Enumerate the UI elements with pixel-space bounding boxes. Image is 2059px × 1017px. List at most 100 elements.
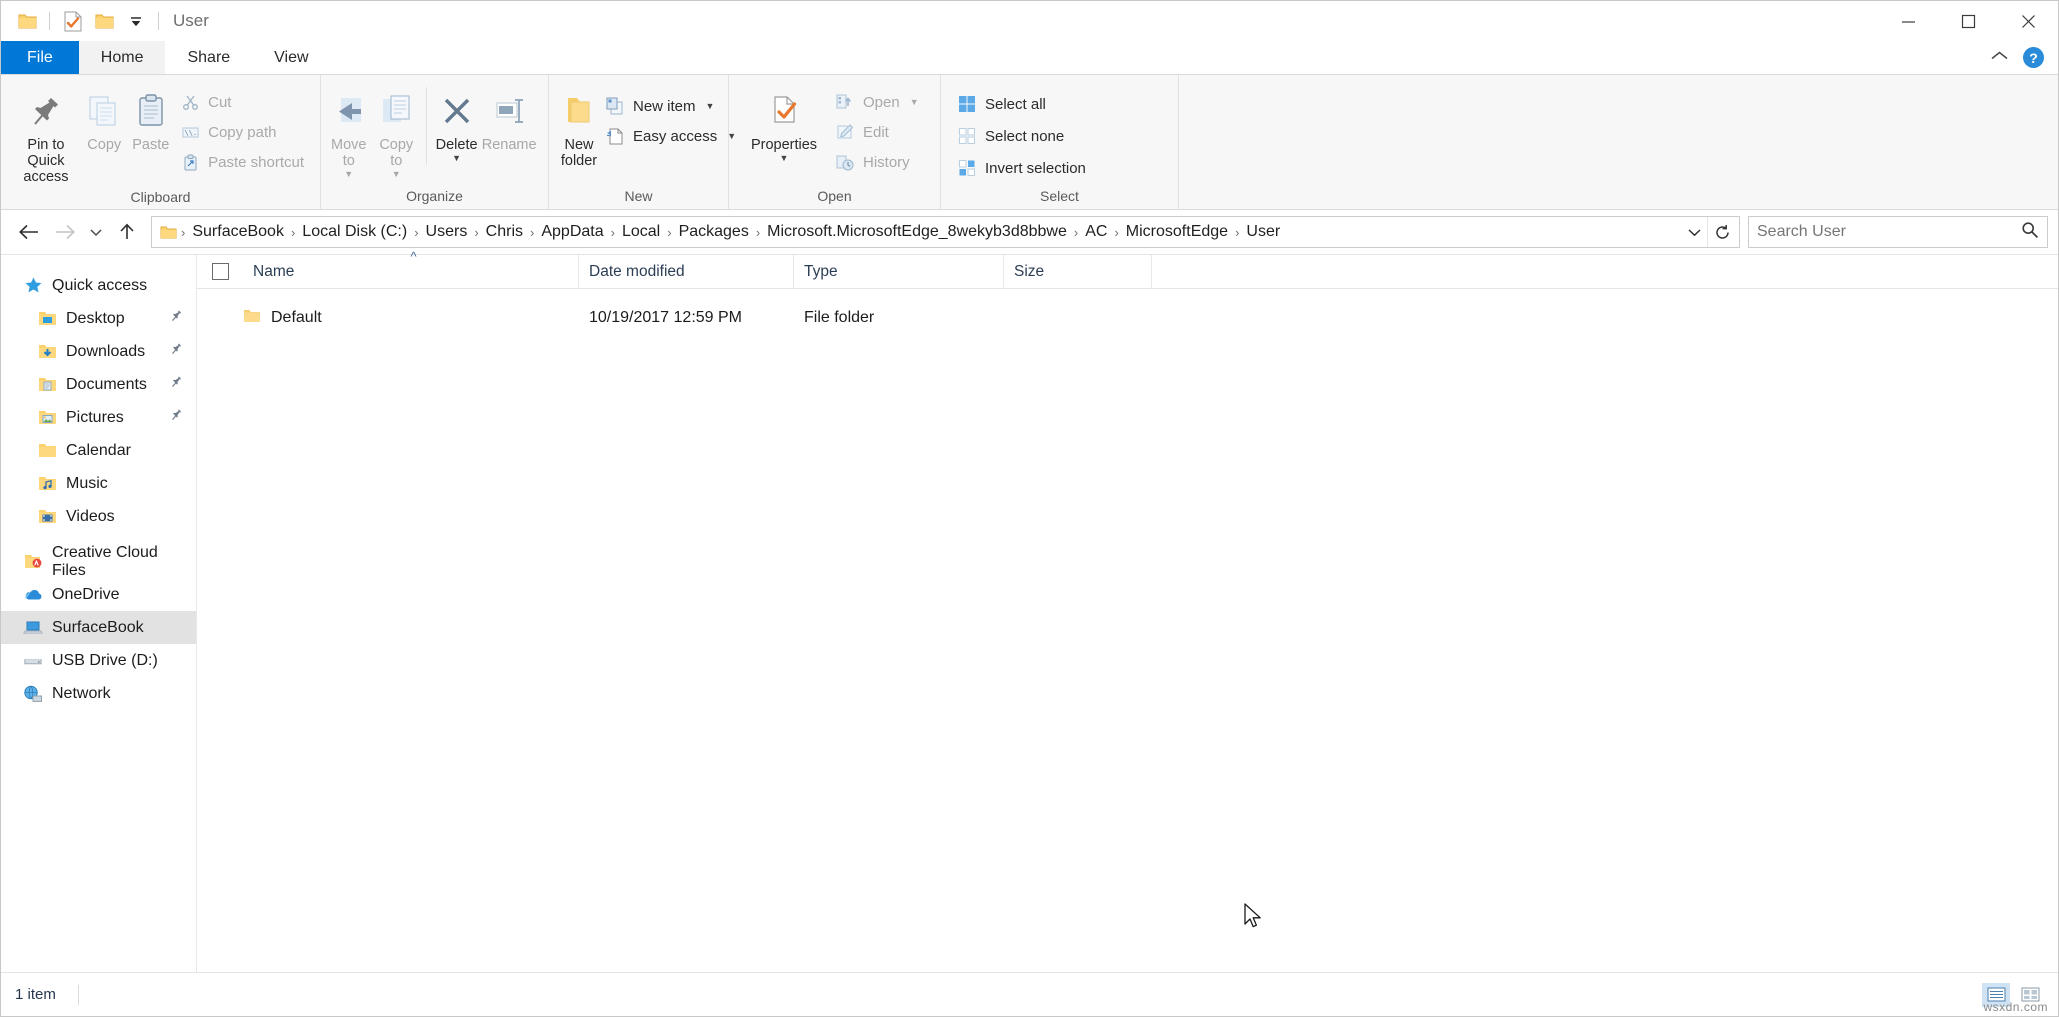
pin-to-quick-access-label: Pin to Quick access [11, 137, 81, 186]
sidebar-item-desktop[interactable]: Desktop [1, 302, 196, 335]
open-button[interactable]: Open ▼ [829, 89, 925, 115]
forward-arrow-icon[interactable] [47, 214, 83, 250]
column-header-name-label: Name [253, 263, 294, 281]
move-to-caret-icon[interactable]: ▼ [344, 170, 353, 179]
open-caret-icon[interactable]: ▼ [910, 97, 919, 107]
sidebar-item-quick-access[interactable]: Quick access [1, 269, 196, 302]
breadcrumb-item-users[interactable]: Users [421, 223, 473, 241]
select-all-button[interactable]: Select all [951, 91, 1092, 117]
refresh-icon[interactable] [1707, 217, 1737, 247]
help-icon[interactable]: ? [2023, 47, 2044, 68]
clipboard-small-buttons: Cut \\.. Copy path Paste shortcut [174, 83, 310, 175]
sidebar-label-music: Music [66, 475, 108, 493]
properties-button[interactable]: Properties ▼ [739, 83, 829, 163]
new-folder-label: New folder [559, 137, 599, 169]
search-input[interactable]: Search User [1757, 223, 2021, 241]
paste-button[interactable]: Paste [128, 83, 175, 153]
recent-chevron-icon[interactable] [83, 214, 109, 250]
chevron-down-icon[interactable] [1681, 226, 1707, 238]
sidebar-item-downloads[interactable]: Downloads [1, 335, 196, 368]
breadcrumb-item-appdata[interactable]: AppData [536, 223, 608, 241]
new-folder-button[interactable]: New folder [559, 83, 599, 169]
delete-caret-icon[interactable]: ▼ [452, 154, 461, 163]
breadcrumb-item-microsoftedge[interactable]: MicrosoftEdge [1121, 223, 1233, 241]
breadcrumb-item-chris[interactable]: Chris [481, 223, 528, 241]
copy-button[interactable]: Copy [81, 83, 128, 153]
sidebar-item-surfacebook[interactable]: SurfaceBook [1, 611, 196, 644]
pin-icon[interactable] [170, 309, 184, 328]
sidebar-item-music[interactable]: Music [1, 467, 196, 500]
tab-share[interactable]: Share [165, 41, 252, 74]
column-header-name[interactable]: ^ Name [243, 255, 579, 289]
sidebar-item-calendar[interactable]: Calendar [1, 434, 196, 467]
close-button[interactable] [1998, 1, 2058, 41]
sidebar-item-videos[interactable]: Videos [1, 500, 196, 533]
rename-button[interactable]: Rename [480, 83, 538, 153]
ribbon-right-controls: ? [1990, 41, 2058, 74]
delete-button[interactable]: Delete ▼ [433, 83, 481, 163]
new-folder-icon[interactable] [88, 5, 120, 37]
table-row[interactable]: Default 10/19/2017 12:59 PM File folder [197, 299, 2058, 337]
breadcrumb-item-local[interactable]: Local [617, 223, 665, 241]
column-header-type[interactable]: Type [794, 255, 1004, 289]
properties-check-icon[interactable] [56, 5, 88, 37]
properties-caret-icon[interactable]: ▼ [780, 154, 789, 163]
navigation-pane[interactable]: Quick access Desktop Downloads [1, 255, 197, 972]
invert-selection-button[interactable]: Invert selection [951, 155, 1092, 181]
copy-to-caret-icon[interactable]: ▼ [392, 170, 401, 179]
new-item-button[interactable]: New item ▼ [599, 93, 742, 119]
breadcrumb-item-edge-package[interactable]: Microsoft.MicrosoftEdge_8wekyb3d8bbwe [762, 223, 1072, 241]
sidebar-item-usb-drive[interactable]: USB Drive (D:) [1, 644, 196, 677]
sidebar-item-network[interactable]: Network [1, 677, 196, 710]
breadcrumb-item-local-disk[interactable]: Local Disk (C:) [297, 223, 412, 241]
sidebar-item-documents[interactable]: Documents [1, 368, 196, 401]
chevron-up-icon[interactable] [1990, 49, 2009, 67]
sidebar-label-creative-cloud-files: Creative Cloud Files [52, 544, 196, 580]
breadcrumb-item-ac[interactable]: AC [1080, 223, 1112, 241]
breadcrumb-item-user[interactable]: User [1241, 223, 1285, 241]
file-list[interactable]: Default 10/19/2017 12:59 PM File folder [197, 289, 2058, 972]
search-icon[interactable] [2021, 221, 2039, 244]
cut-button[interactable]: Cut [174, 89, 310, 115]
sidebar-item-onedrive[interactable]: OneDrive [1, 578, 196, 611]
up-arrow-icon[interactable] [109, 214, 145, 250]
search-box[interactable]: Search User [1748, 216, 2048, 248]
customize-caret-icon[interactable] [120, 5, 152, 37]
minimize-button[interactable] [1878, 1, 1938, 41]
pin-icon[interactable] [170, 342, 184, 361]
sidebar-label-usb-drive: USB Drive (D:) [52, 652, 158, 670]
breadcrumb-item-surfacebook[interactable]: SurfaceBook [187, 223, 289, 241]
sidebar-item-creative-cloud-files[interactable]: Creative Cloud Files [1, 545, 196, 578]
tab-file[interactable]: File [1, 41, 79, 74]
pin-to-quick-access-button[interactable]: Pin to Quick access [11, 83, 81, 186]
sidebar-label-desktop: Desktop [66, 310, 125, 328]
back-arrow-icon[interactable] [11, 214, 47, 250]
easy-access-icon [605, 126, 625, 146]
select-all-checkbox-cell[interactable] [197, 263, 243, 280]
copy-path-button[interactable]: \\.. Copy path [174, 119, 310, 145]
folder-icon[interactable] [11, 5, 43, 37]
easy-access-button[interactable]: Easy access ▼ [599, 123, 742, 149]
pin-icon[interactable] [170, 408, 184, 427]
move-to-button[interactable]: Move to ▼ [325, 83, 373, 179]
tab-home[interactable]: Home [79, 41, 166, 74]
history-button[interactable]: History [829, 149, 925, 175]
pin-icon[interactable] [170, 375, 184, 394]
new-item-caret-icon[interactable]: ▼ [706, 101, 715, 111]
copy-to-button[interactable]: Copy to ▼ [373, 83, 421, 179]
column-header-date-modified[interactable]: Date modified [579, 255, 794, 289]
column-header-size[interactable]: Size [1004, 255, 1152, 289]
edit-button[interactable]: Edit [829, 119, 925, 145]
breadcrumb-separator: › [179, 225, 187, 240]
select-all-checkbox[interactable] [212, 263, 229, 280]
watermark: wsxdn.com [1983, 1000, 2048, 1014]
tab-view[interactable]: View [252, 41, 330, 74]
breadcrumb-bar[interactable]: › SurfaceBook › Local Disk (C:) › Users … [151, 216, 1740, 248]
paste-shortcut-button[interactable]: Paste shortcut [174, 149, 310, 175]
sidebar-item-pictures[interactable]: Pictures [1, 401, 196, 434]
status-separator [78, 985, 79, 1005]
breadcrumb-separator: › [609, 225, 617, 240]
maximize-button[interactable] [1938, 1, 1998, 41]
breadcrumb-item-packages[interactable]: Packages [674, 223, 754, 241]
select-none-button[interactable]: Select none [951, 123, 1092, 149]
